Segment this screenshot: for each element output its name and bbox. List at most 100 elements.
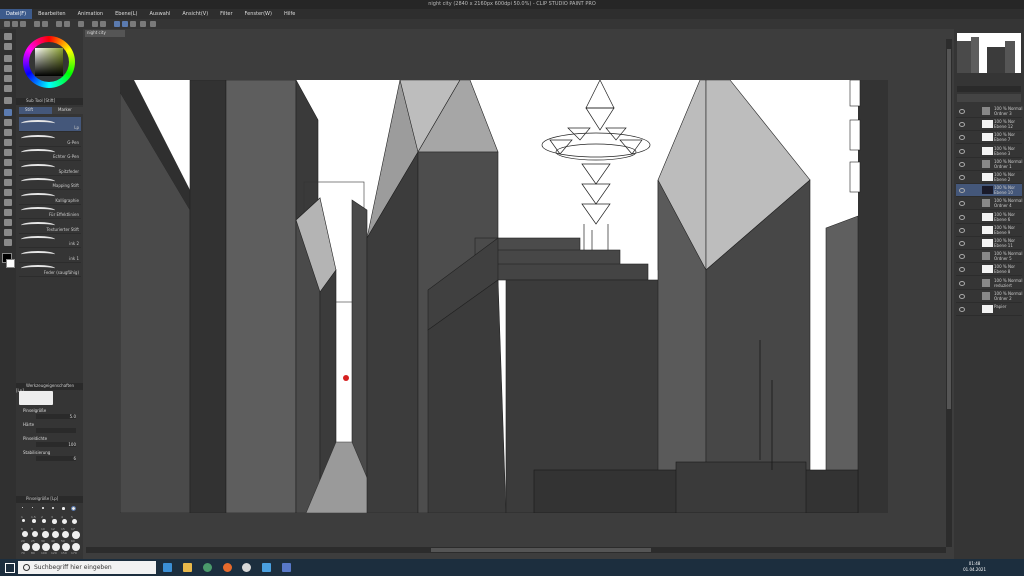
layer-row[interactable]: 100 % Nor Ebene 8 bbox=[956, 263, 1022, 277]
brush-size-option[interactable] bbox=[42, 543, 50, 551]
brush-size-option[interactable] bbox=[62, 519, 67, 524]
gradient-icon[interactable] bbox=[4, 189, 12, 196]
new-file-icon[interactable] bbox=[4, 21, 10, 27]
open-file-icon[interactable] bbox=[12, 21, 18, 27]
pencil-icon[interactable] bbox=[4, 119, 12, 126]
layer-row[interactable]: 100 % Nor Ebene 12 bbox=[956, 118, 1022, 132]
brush-item[interactable]: Für Effektlinien bbox=[19, 204, 81, 219]
eyedropper-icon[interactable] bbox=[4, 97, 12, 104]
brush-item[interactable]: Texturierter Stift bbox=[19, 219, 81, 234]
menu-selection[interactable]: Auswahl bbox=[143, 9, 176, 19]
layer-row[interactable]: 100 % Normal reduziert bbox=[956, 277, 1022, 290]
brush-item[interactable]: ink 1 bbox=[19, 248, 81, 263]
brush-size-option[interactable] bbox=[62, 507, 65, 510]
vertical-scrollbar[interactable] bbox=[946, 39, 952, 547]
clear-icon[interactable] bbox=[56, 21, 62, 27]
redo-icon[interactable] bbox=[42, 21, 48, 27]
menu-window[interactable]: Fenster(W) bbox=[239, 9, 278, 19]
menu-file[interactable]: Datei(F) bbox=[0, 9, 33, 19]
brush-size-option[interactable] bbox=[32, 531, 39, 538]
layer-row[interactable]: 100 % Nor Ebene 9 bbox=[956, 224, 1022, 237]
vertical-scroll-thumb[interactable] bbox=[947, 49, 951, 409]
menu-layer[interactable]: Ebene(L) bbox=[109, 9, 143, 19]
decoration-icon[interactable] bbox=[4, 149, 12, 156]
pen-icon[interactable] bbox=[4, 109, 12, 116]
property-value[interactable] bbox=[36, 428, 76, 433]
property-value[interactable]: 5.0 bbox=[36, 414, 76, 419]
selection-icon[interactable] bbox=[4, 75, 12, 82]
zoom-icon[interactable] bbox=[4, 33, 12, 40]
balloon-icon[interactable] bbox=[4, 229, 12, 236]
edge-icon[interactable] bbox=[203, 563, 212, 572]
tab-stift[interactable]: Stift bbox=[19, 107, 53, 114]
file-explorer-icon[interactable] bbox=[183, 563, 192, 572]
visibility-eye-icon[interactable] bbox=[959, 280, 965, 286]
brush-size-option[interactable] bbox=[32, 519, 36, 523]
brush-item[interactable]: G-Pen bbox=[19, 132, 81, 147]
fill-icon[interactable] bbox=[4, 179, 12, 186]
mail-icon[interactable] bbox=[282, 563, 291, 572]
layer-row[interactable]: 100 % Normal Ordner 2 bbox=[956, 290, 1022, 303]
brush-size-option[interactable] bbox=[71, 506, 76, 511]
visibility-eye-icon[interactable] bbox=[959, 227, 965, 233]
layer-row[interactable]: Papier bbox=[956, 303, 1022, 316]
saturation-value-square[interactable] bbox=[35, 48, 63, 76]
brush-size-option[interactable] bbox=[42, 531, 49, 538]
visibility-eye-icon[interactable] bbox=[959, 175, 965, 180]
brush-size-option[interactable] bbox=[22, 507, 23, 508]
brush-size-option[interactable] bbox=[62, 543, 70, 551]
layer-row[interactable]: 100 % Normal Ordner 5 bbox=[956, 250, 1022, 264]
visibility-eye-icon[interactable] bbox=[959, 267, 965, 273]
visibility-eye-icon[interactable] bbox=[959, 188, 965, 194]
menu-edit[interactable]: Bearbeiten bbox=[32, 9, 71, 19]
brush-size-option[interactable] bbox=[72, 531, 80, 539]
snap-special-ruler-icon[interactable] bbox=[122, 21, 128, 27]
eraser-icon[interactable] bbox=[4, 159, 12, 166]
layer-row[interactable]: 100 % Normal Ordner 1 bbox=[956, 158, 1022, 171]
visibility-eye-icon[interactable] bbox=[959, 241, 965, 246]
layer-row[interactable]: 100 % Normal Ordner 3 bbox=[956, 105, 1022, 118]
brush-item[interactable]: Feder (saugfähig) bbox=[19, 262, 81, 277]
brush-size-option[interactable] bbox=[72, 543, 80, 551]
text-icon[interactable] bbox=[4, 219, 12, 226]
transform-icon[interactable] bbox=[64, 21, 70, 27]
task-view-icon[interactable] bbox=[163, 563, 172, 572]
document-tab[interactable]: night city bbox=[85, 30, 125, 37]
visibility-eye-icon[interactable] bbox=[959, 135, 965, 141]
snap-grid-icon[interactable] bbox=[130, 21, 136, 27]
invert-selection-icon[interactable] bbox=[100, 21, 106, 27]
layer-row[interactable]: 100 % Nor Ebene 3 bbox=[956, 145, 1022, 158]
brush-size-option[interactable] bbox=[52, 507, 55, 510]
auto-select-icon[interactable] bbox=[4, 85, 12, 92]
menu-view[interactable]: Ansicht(V) bbox=[176, 9, 214, 19]
layer-row[interactable]: 100 % Nor Ebene 7 bbox=[956, 131, 1022, 145]
brush-size-option[interactable] bbox=[52, 531, 59, 538]
brush-size-option[interactable] bbox=[22, 519, 26, 523]
taskbar-clock[interactable]: 01:48 01.04.2021 bbox=[963, 561, 986, 573]
visibility-eye-icon[interactable] bbox=[959, 293, 965, 299]
taskbar-search-input[interactable]: Suchbegriff hier eingeben bbox=[18, 561, 156, 574]
snap-ruler-icon[interactable] bbox=[114, 21, 120, 27]
photos-icon[interactable] bbox=[262, 563, 271, 572]
navigator-preview[interactable] bbox=[957, 33, 1021, 73]
drawing-canvas[interactable] bbox=[120, 80, 888, 513]
frame-icon[interactable] bbox=[4, 209, 12, 216]
assets-icon[interactable] bbox=[150, 21, 156, 27]
property-value[interactable]: 6 bbox=[36, 456, 76, 461]
brush-item[interactable]: Spitzfeder bbox=[19, 161, 81, 176]
brush-size-option[interactable] bbox=[42, 507, 44, 509]
print-icon[interactable] bbox=[78, 21, 84, 27]
brush-size-option[interactable] bbox=[52, 543, 60, 551]
figure-icon[interactable] bbox=[4, 199, 12, 206]
deselect-icon[interactable] bbox=[92, 21, 98, 27]
brush-size-option[interactable] bbox=[62, 531, 70, 539]
brush-item[interactable]: Echter G-Pen bbox=[19, 146, 81, 161]
correct-line-icon[interactable] bbox=[4, 239, 12, 246]
brush-item[interactable]: Mapping Stift bbox=[19, 175, 81, 190]
brush-size-option[interactable] bbox=[72, 519, 78, 525]
brush-item[interactable]: Lp bbox=[19, 117, 81, 132]
clip-studio-icon[interactable] bbox=[242, 563, 251, 572]
visibility-eye-icon[interactable] bbox=[959, 201, 965, 207]
brush-item[interactable]: ink 2 bbox=[19, 233, 81, 248]
brush-size-option[interactable] bbox=[42, 519, 47, 524]
